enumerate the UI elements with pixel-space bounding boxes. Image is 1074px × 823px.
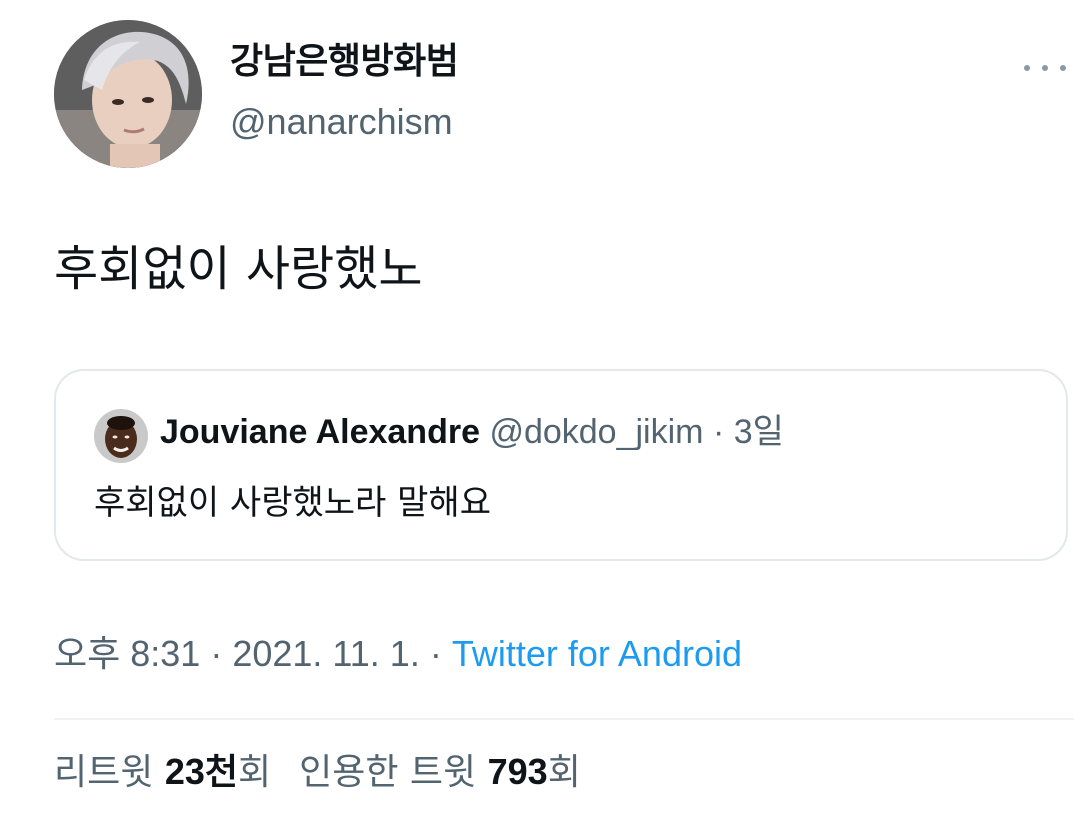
quoted-author-avatar <box>94 409 148 463</box>
retweets-suffix: 회 <box>238 752 272 793</box>
quotes-suffix: 회 <box>547 752 581 793</box>
more-options-icon[interactable] <box>1024 56 1066 80</box>
tweet-date[interactable]: 2021. 11. 1. <box>232 633 420 674</box>
quoted-separator: · <box>712 413 725 451</box>
author-handle[interactable]: @nanarchism <box>230 104 453 140</box>
quoted-tweet-text: 후회없이 사랑했노라 말해요 <box>94 483 491 523</box>
quoted-tweet-card[interactable]: Jouviane Alexandre @dokdo_jikim · 3일 후회없… <box>54 369 1068 561</box>
tweet-text: 후회없이 사랑했노 <box>54 241 423 297</box>
quotes-stat[interactable]: 인용한 트윗 793회 <box>299 752 581 793</box>
quoted-time[interactable]: 3일 <box>734 413 784 451</box>
author-avatar[interactable] <box>54 20 202 168</box>
tweet-meta: 오후 8:31 · 2021. 11. 1. · Twitter for And… <box>54 636 742 672</box>
divider <box>54 718 1074 720</box>
retweets-label: 리트윗 <box>54 752 154 793</box>
retweets-count: 23 <box>164 751 205 792</box>
more-dot-1 <box>1024 65 1030 71</box>
quoted-tweet-header: Jouviane Alexandre @dokdo_jikim · 3일 <box>160 415 784 449</box>
quotes-count: 793 <box>487 751 548 792</box>
quoted-handle[interactable]: @dokdo_jikim <box>489 413 703 451</box>
tweet-time[interactable]: 오후 8:31 <box>54 633 200 674</box>
retweets-stat[interactable]: 리트윗 23천회 <box>54 752 271 793</box>
quotes-label: 인용한 트윗 <box>299 752 477 793</box>
retweets-unit: 천 <box>204 752 238 793</box>
more-dot-2 <box>1042 65 1048 71</box>
tweet-source-link[interactable]: Twitter for Android <box>452 633 742 674</box>
quoted-display-name[interactable]: Jouviane Alexandre <box>160 413 480 451</box>
more-dot-3 <box>1060 65 1066 71</box>
meta-separator-2: · <box>429 633 442 674</box>
tweet-stats: 리트윗 23천회 인용한 트윗 793회 <box>54 754 581 791</box>
author-display-name[interactable]: 강남은행방화범 <box>230 44 459 80</box>
meta-separator-1: · <box>210 633 223 674</box>
